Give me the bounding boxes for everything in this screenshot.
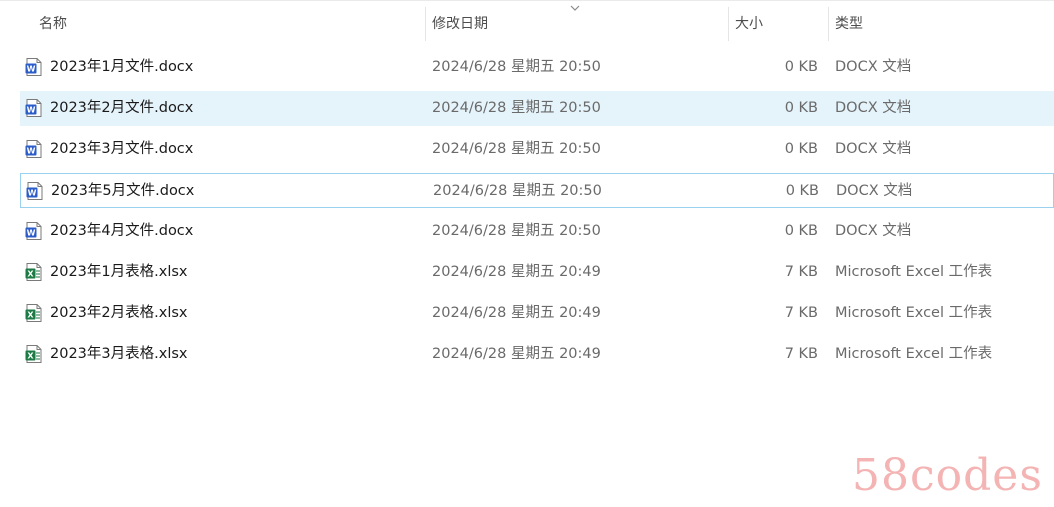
file-name: 2023年1月文件.docx [50,59,194,75]
file-type: DOCX 文档 [835,59,912,75]
excel-sheet-icon: X [24,344,44,364]
file-name: 2023年2月表格.xlsx [50,305,188,321]
file-modified-date: 2024/6/28 星期五 20:49 [432,264,601,280]
file-name: 2023年3月文件.docx [50,141,194,157]
file-name: 2023年5月文件.docx [51,183,195,199]
file-type: DOCX 文档 [835,141,912,157]
file-type: Microsoft Excel 工作表 [835,264,993,280]
file-row[interactable]: X 2023年2月表格.xlsx 2024/6/28 星期五 20:49 7 KB Mi… [20,296,1054,331]
file-modified-date: 2024/6/28 星期五 20:50 [432,100,601,116]
file-modified-date: 2024/6/28 星期五 20:50 [433,183,602,199]
word-doc-icon: W [24,221,44,241]
svg-text:W: W [27,65,36,74]
file-size: 0 KB [784,223,818,239]
column-header-date[interactable]: 修改日期 [425,1,728,41]
file-type: DOCX 文档 [836,183,913,199]
file-name: 2023年3月表格.xlsx [50,346,188,362]
word-doc-icon: W [24,139,44,159]
column-header-size[interactable]: 大小 [728,1,828,41]
svg-text:X: X [27,270,34,279]
svg-text:W: W [28,189,37,198]
file-modified-date: 2024/6/28 星期五 20:49 [432,305,601,321]
svg-text:W: W [27,147,36,156]
column-header-bar: 名称 修改日期 大小 类型 [0,0,1054,41]
word-doc-icon: W [24,98,44,118]
file-row[interactable]: W 2023年3月文件.docx 2024/6/28 星期五 20:50 0 KB DO… [20,132,1054,167]
file-type: DOCX 文档 [835,100,912,116]
svg-text:X: X [27,352,34,361]
svg-text:W: W [27,229,36,238]
file-row[interactable]: W 2023年4月文件.docx 2024/6/28 星期五 20:50 0 KB DO… [20,214,1054,249]
file-modified-date: 2024/6/28 星期五 20:49 [432,346,601,362]
column-header-name[interactable]: 名称 [32,1,425,41]
watermark-text: 58codes [852,450,1043,501]
file-size: 0 KB [785,183,819,199]
file-modified-date: 2024/6/28 星期五 20:50 [432,223,601,239]
excel-sheet-icon: X [24,262,44,282]
file-row[interactable]: W 2023年5月文件.docx 2024/6/28 星期五 20:50 0 KB DO… [20,173,1054,208]
file-type: Microsoft Excel 工作表 [835,305,993,321]
file-type: Microsoft Excel 工作表 [835,346,993,362]
file-size: 7 KB [784,305,818,321]
file-size: 7 KB [784,346,818,362]
file-row[interactable]: W 2023年2月文件.docx 2024/6/28 星期五 20:50 0 KB DO… [20,91,1054,126]
file-type: DOCX 文档 [835,223,912,239]
file-size: 7 KB [784,264,818,280]
column-header-type[interactable]: 类型 [828,1,1054,41]
file-row[interactable]: X 2023年1月表格.xlsx 2024/6/28 星期五 20:49 7 KB Mi… [20,255,1054,290]
excel-sheet-icon: X [24,303,44,323]
file-size: 0 KB [784,59,818,75]
svg-text:X: X [27,311,34,320]
word-doc-icon: W [25,181,45,201]
word-doc-icon: W [24,57,44,77]
file-size: 0 KB [784,141,818,157]
file-modified-date: 2024/6/28 星期五 20:50 [432,59,601,75]
file-row[interactable]: X 2023年3月表格.xlsx 2024/6/28 星期五 20:49 7 KB Mi… [20,337,1054,372]
file-name: 2023年2月文件.docx [50,100,194,116]
file-size: 0 KB [784,100,818,116]
svg-text:W: W [27,106,36,115]
file-name: 2023年1月表格.xlsx [50,264,188,280]
file-modified-date: 2024/6/28 星期五 20:50 [432,141,601,157]
file-name: 2023年4月文件.docx [50,223,194,239]
file-row[interactable]: W 2023年1月文件.docx 2024/6/28 星期五 20:50 0 KB DO… [20,50,1054,85]
